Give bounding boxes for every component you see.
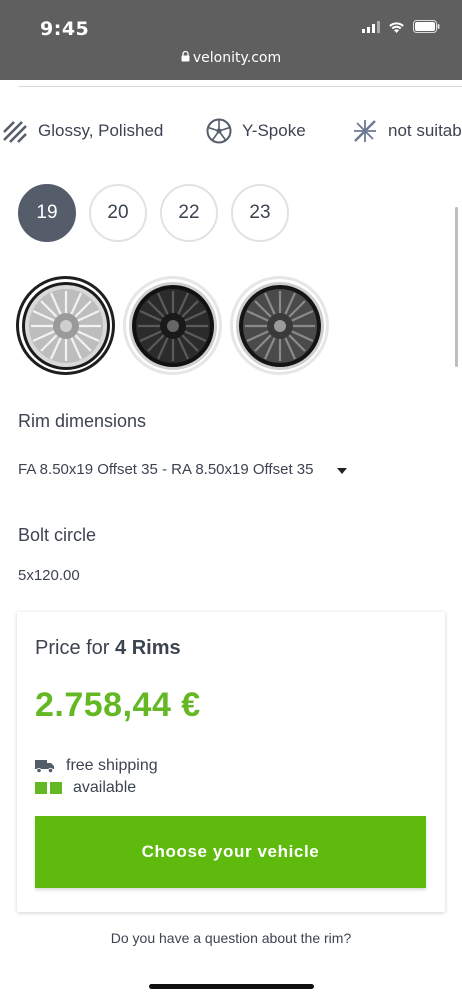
home-indicator	[149, 984, 314, 989]
bolt-circle-label: Bolt circle	[18, 525, 97, 545]
battery-icon	[413, 20, 440, 33]
price-value: 2.758,44 €	[35, 686, 201, 724]
question-link[interactable]: Do you have a question about the rim?	[0, 930, 462, 946]
y-spoke-icon	[206, 118, 232, 144]
wheel-gunmetal-icon	[235, 281, 324, 370]
wheel-black-icon	[128, 281, 217, 370]
feature-label: Y-Spoke	[242, 121, 306, 140]
stripes-icon	[3, 121, 27, 143]
rim-dimensions-select[interactable]: FA 8.50x19 Offset 35 - RA 8.50x19 Offset…	[18, 461, 313, 478]
wheel-variant-black[interactable]	[123, 276, 222, 375]
feature-label: not suitab	[388, 121, 462, 140]
feature-label: Glossy, Polished	[38, 121, 164, 140]
availability-icon	[35, 782, 62, 794]
size-option-20[interactable]: 20	[89, 184, 147, 242]
chevron-down-icon[interactable]	[337, 468, 347, 474]
size-selector: 19 20 22 23	[18, 184, 289, 242]
status-bar: 9:45 velonity.com	[0, 0, 462, 80]
wheel-silver-icon	[21, 281, 110, 370]
price-label-qty: 4 Rims	[115, 637, 181, 659]
rim-dimensions-label: Rim dimensions	[18, 411, 147, 431]
price-card: Price for 4 Rims 2.758,44 € free shippin…	[17, 612, 445, 912]
wifi-icon	[389, 21, 404, 33]
url-text: velonity.com	[192, 50, 282, 66]
wheel-variant-gunmetal[interactable]	[230, 276, 329, 375]
choose-vehicle-button[interactable]: Choose your vehicle	[35, 816, 426, 888]
price-label-prefix: Price for	[35, 637, 116, 659]
wheel-variant-silver[interactable]	[16, 276, 115, 375]
availability-text: available	[73, 779, 137, 796]
feature-spoke: Y-Spoke	[206, 118, 306, 144]
snowflake-crossed-icon	[354, 120, 376, 142]
shipping-row: free shipping	[35, 757, 158, 775]
availability-row: available	[35, 779, 136, 797]
lock-icon	[181, 50, 190, 66]
signal-icon	[362, 20, 380, 33]
feature-finish: Glossy, Polished	[2, 118, 163, 144]
feature-winter: not suitab	[352, 118, 462, 144]
feature-strip: Glossy, Polished Y-Spoke not suitab	[0, 118, 462, 154]
divider	[18, 86, 462, 87]
shipping-text: free shipping	[66, 757, 158, 774]
status-time: 9:45	[40, 18, 90, 40]
url-bar[interactable]: velonity.com	[0, 50, 462, 66]
size-option-22[interactable]: 22	[160, 184, 218, 242]
size-option-19[interactable]: 19	[18, 184, 76, 242]
truck-icon	[35, 760, 54, 773]
scrollbar[interactable]	[455, 207, 458, 367]
bolt-circle-value: 5x120.00	[18, 567, 80, 584]
price-label: Price for 4 Rims	[35, 637, 181, 660]
status-icons	[362, 20, 440, 33]
size-option-23[interactable]: 23	[231, 184, 289, 242]
wheel-variants	[16, 276, 329, 375]
